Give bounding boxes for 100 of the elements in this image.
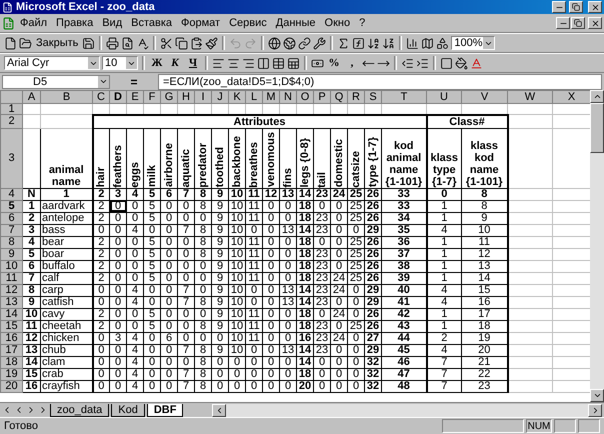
earth-icon[interactable]: [283, 36, 296, 50]
menu-item[interactable]: Формат: [177, 16, 224, 30]
sort-ascending-icon[interactable]: [367, 36, 380, 50]
align-left-icon[interactable]: [212, 56, 225, 70]
table-icon[interactable]: [272, 56, 285, 70]
zoom-dropdown[interactable]: 100%: [451, 36, 496, 50]
row-header[interactable]: 12: [0, 284, 22, 296]
font-style-button[interactable]: Ч: [185, 57, 201, 69]
column-header[interactable]: N: [280, 90, 296, 104]
row-header[interactable]: 16: [0, 332, 22, 344]
row-header[interactable]: 20: [0, 380, 22, 392]
row-header[interactable]: 2: [0, 114, 22, 128]
column-header[interactable]: A: [22, 90, 40, 104]
cut-icon[interactable]: [160, 36, 174, 50]
print-preview-icon[interactable]: [121, 36, 134, 50]
row-header[interactable]: 14: [0, 308, 22, 320]
globe-icon[interactable]: [268, 36, 282, 50]
menu-item[interactable]: Окно: [320, 16, 354, 30]
restore-button[interactable]: [569, 1, 583, 13]
row-header[interactable]: 8: [0, 236, 22, 248]
column-header[interactable]: X: [552, 90, 590, 104]
row-header[interactable]: 11: [0, 272, 22, 284]
borders-icon[interactable]: [440, 56, 453, 70]
row-header[interactable]: 3: [0, 128, 22, 188]
column-header[interactable]: P: [314, 90, 330, 104]
column-header[interactable]: V: [462, 90, 508, 104]
horizontal-scrollbar[interactable]: [212, 404, 602, 416]
edit-formula-button[interactable]: =: [114, 74, 154, 88]
fill-color-icon[interactable]: [455, 56, 468, 70]
close-button[interactable]: [588, 1, 602, 13]
menu-item[interactable]: Правка: [52, 16, 98, 30]
map-icon[interactable]: [421, 36, 434, 50]
column-header[interactable]: D: [110, 90, 126, 104]
scroll-up-icon[interactable]: [592, 92, 602, 101]
menu-item[interactable]: Файл: [16, 16, 52, 30]
font-style-button[interactable]: К: [167, 57, 183, 69]
row-header[interactable]: 10: [0, 260, 22, 272]
font-color-icon[interactable]: [470, 56, 483, 70]
row-header[interactable]: 9: [0, 248, 22, 260]
font-style-button[interactable]: Ж: [149, 57, 165, 69]
column-header[interactable]: J: [212, 90, 228, 104]
copy-icon[interactable]: [175, 36, 188, 50]
row-header[interactable]: 1: [0, 104, 22, 114]
column-header[interactable]: B: [40, 90, 92, 104]
wrench-icon[interactable]: [313, 36, 326, 50]
row-header[interactable]: 19: [0, 368, 22, 380]
column-header[interactable]: E: [126, 90, 144, 104]
column-header[interactable]: Q: [330, 90, 348, 104]
sheet-tab[interactable]: zoo_data: [50, 404, 110, 416]
close-button[interactable]: Закрыть: [34, 37, 80, 49]
minimize-button[interactable]: [556, 17, 570, 29]
link-icon[interactable]: [298, 36, 312, 50]
formula-field[interactable]: =ЕСЛИ(zoo_data!D5=1;D$4;0): [158, 74, 602, 90]
column-header[interactable]: U: [426, 90, 462, 104]
name-box[interactable]: D5: [2, 74, 110, 88]
column-header[interactable]: G: [160, 90, 178, 104]
row-header[interactable]: 18: [0, 356, 22, 368]
folder-icon[interactable]: [19, 36, 32, 50]
save-icon[interactable]: [82, 36, 96, 50]
menu-item[interactable]: Вид: [98, 16, 126, 30]
grid-icon[interactable]: [287, 56, 300, 70]
indent-icon[interactable]: [416, 56, 429, 70]
font-dropdown[interactable]: Arial Cyr: [4, 56, 100, 70]
row-header[interactable]: 15: [0, 320, 22, 332]
function-icon[interactable]: [352, 36, 366, 50]
column-header[interactable]: H: [178, 90, 194, 104]
column-header[interactable]: F: [144, 90, 160, 104]
menu-item[interactable]: Вставка: [127, 16, 176, 30]
align-right-icon[interactable]: [242, 56, 255, 70]
row-header[interactable]: 7: [0, 224, 22, 236]
row-header[interactable]: 6: [0, 212, 22, 224]
printer-icon[interactable]: [106, 36, 120, 50]
spell-check-icon[interactable]: [136, 36, 150, 50]
row-header[interactable]: 5: [0, 200, 22, 212]
column-header[interactable]: C: [92, 90, 110, 104]
sheet-tab[interactable]: DBF: [146, 404, 184, 416]
align-center-icon[interactable]: [227, 56, 240, 70]
menu-item[interactable]: Сервис: [225, 16, 271, 30]
scroll-down-icon[interactable]: [592, 391, 602, 400]
paste-icon[interactable]: [190, 36, 204, 50]
row-header[interactable]: 4: [0, 188, 22, 200]
column-header[interactable]: W: [508, 90, 552, 104]
menu-item[interactable]: ?: [355, 16, 370, 30]
scroll-thumb[interactable]: [590, 103, 604, 153]
menu-item[interactable]: Данные: [272, 16, 320, 30]
new-file-icon[interactable]: [4, 36, 17, 50]
column-header[interactable]: O: [296, 90, 314, 104]
column-header[interactable]: L: [246, 90, 262, 104]
sheet-tab[interactable]: Kod: [111, 404, 145, 416]
minimize-button[interactable]: [552, 1, 566, 13]
outdent-icon[interactable]: [401, 56, 414, 70]
restore-button[interactable]: [571, 17, 585, 29]
column-header[interactable]: T: [382, 90, 426, 104]
row-header[interactable]: 13: [0, 296, 22, 308]
column-header[interactable]: K: [228, 90, 246, 104]
column-header[interactable]: R: [348, 90, 364, 104]
row-header[interactable]: 17: [0, 344, 22, 356]
number-format-button[interactable]: %: [326, 57, 342, 69]
shapes-icon[interactable]: [436, 36, 450, 50]
column-header[interactable]: M: [262, 90, 280, 104]
